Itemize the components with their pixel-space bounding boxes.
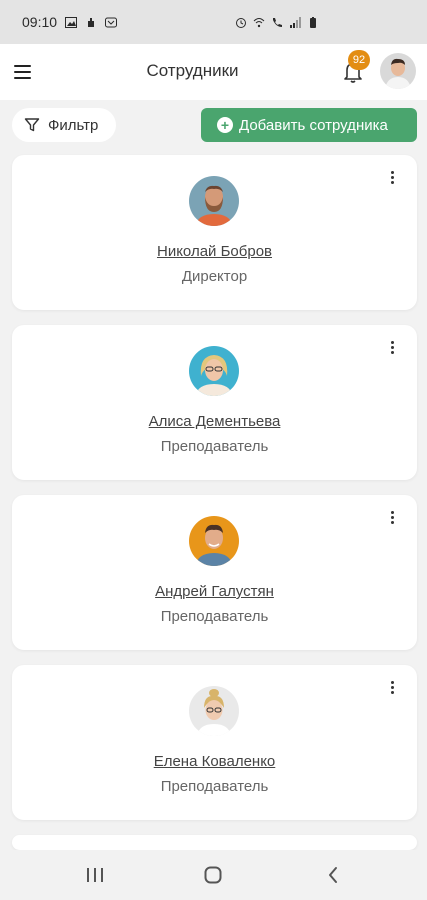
hand-icon [88, 17, 95, 27]
home-button[interactable] [201, 864, 225, 886]
more-vert-icon[interactable] [387, 511, 397, 529]
employee-avatar [189, 686, 239, 736]
more-vert-icon[interactable] [387, 171, 397, 189]
filter-button[interactable]: Фильтр [12, 108, 116, 142]
add-employee-button[interactable]: + Добавить сотрудника [201, 108, 417, 142]
person-photo-icon [189, 176, 239, 226]
back-chevron-icon [329, 867, 337, 883]
status-time: 09:10 [22, 14, 58, 30]
signal-icon [290, 16, 301, 28]
toolbar: Фильтр + Добавить сотрудника [0, 100, 427, 152]
employee-role: Преподаватель [160, 438, 269, 455]
alarm-icon [236, 17, 246, 28]
employee-name-link[interactable]: Николай Бобров [12, 243, 417, 260]
image-icon [65, 16, 78, 28]
employee-card[interactable]: Елена Коваленко Преподаватель [12, 665, 417, 820]
employee-card-partial[interactable] [12, 835, 417, 850]
employee-card[interactable]: Андрей Галустян Преподаватель [12, 495, 417, 650]
employee-name-link[interactable]: Андрей Галустян [12, 583, 417, 600]
employee-role: Директор [181, 268, 248, 285]
filter-label: Фильтр [48, 116, 99, 134]
employee-avatar [189, 346, 239, 396]
home-icon [204, 866, 222, 884]
add-employee-label: Добавить сотрудника [239, 116, 388, 134]
system-nav-bar [0, 850, 427, 900]
employee-card[interactable]: Николай Бобров Директор [12, 155, 417, 310]
plus-circle-icon: + [217, 117, 233, 133]
profile-avatar[interactable] [380, 53, 416, 89]
recent-apps-icon [87, 868, 103, 882]
status-bar: 09:10 [0, 0, 427, 44]
person-photo-icon [189, 346, 239, 396]
battery-icon [310, 16, 316, 28]
employee-name-link[interactable]: Алиса Дементьева [12, 413, 417, 430]
page-title: Сотрудники [146, 61, 239, 80]
call-icon [273, 17, 282, 27]
employee-card[interactable]: Алиса Дементьева Преподаватель [12, 325, 417, 480]
employee-name-link[interactable]: Елена Коваленко [12, 753, 417, 770]
back-button[interactable] [322, 864, 346, 886]
wifi-icon [253, 17, 265, 27]
employee-role: Преподаватель [160, 778, 269, 795]
recent-apps-button[interactable] [83, 864, 107, 886]
notification-badge: 92 [348, 50, 370, 70]
user-avatar-icon [380, 53, 416, 89]
person-photo-icon [189, 686, 239, 736]
employee-role: Преподаватель [160, 608, 269, 625]
employee-avatar [189, 516, 239, 566]
person-photo-icon [189, 516, 239, 566]
employee-avatar [189, 176, 239, 226]
filter-icon [24, 118, 40, 132]
messenger-icon [105, 17, 118, 27]
more-vert-icon[interactable] [387, 681, 397, 699]
more-vert-icon[interactable] [387, 341, 397, 359]
